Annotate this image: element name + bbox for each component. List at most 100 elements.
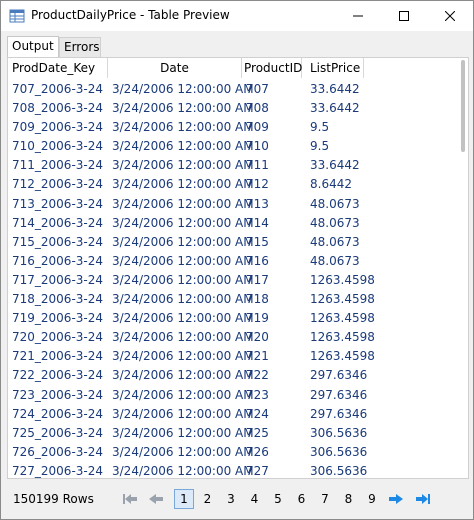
cell-listprice: 1263.4598 [310, 349, 375, 364]
table-row[interactable]: 714_2006-3-24 3/24/2006 12:00:00 AM 714 48.… [8, 214, 460, 233]
cell-productid: 720 [246, 330, 269, 345]
grid-header: ProdDate_Key Date ProductID ListPrice [8, 58, 460, 78]
table-row[interactable]: 718_2006-3-24 3/24/2006 12:00:00 AM 718 126… [8, 290, 460, 309]
cell-productid: 721 [246, 349, 269, 364]
cell-productid: 722 [246, 368, 269, 383]
cell-date: 3/24/2006 12:00:00 AM [112, 292, 254, 307]
cell-date: 3/24/2006 12:00:00 AM [112, 82, 254, 96]
cell-date: 3/24/2006 12:00:00 AM [112, 349, 254, 364]
cell-listprice: 1263.4598 [310, 330, 375, 345]
table-row[interactable]: 708_2006-3-24 3/24/2006 12:00:00 AM 708 33.… [8, 99, 460, 118]
cell-proddate-key: 726_2006-3-24 [12, 444, 104, 459]
cell-productid: 727 [246, 463, 269, 478]
cell-date: 3/24/2006 12:00:00 AM [112, 406, 254, 421]
table-row[interactable]: 709_2006-3-24 3/24/2006 12:00:00 AM 709 9.5 [8, 118, 460, 137]
cell-proddate-key: 714_2006-3-24 [12, 215, 104, 230]
table-row[interactable]: 711_2006-3-24 3/24/2006 12:00:00 AM 711 33.… [8, 156, 460, 175]
cell-listprice: 306.5636 [310, 463, 368, 478]
column-header-listprice[interactable]: ListPrice [302, 58, 364, 78]
cell-productid: 718 [246, 292, 269, 307]
page-button-6[interactable]: 6 [292, 489, 312, 509]
cell-listprice: 297.6346 [310, 387, 368, 402]
next-page-icon [389, 494, 403, 504]
table-row[interactable]: 720_2006-3-24 3/24/2006 12:00:00 AM 720 126… [8, 328, 460, 347]
cell-productid: 712 [246, 177, 269, 192]
cell-date: 3/24/2006 12:00:00 AM [112, 425, 254, 440]
table-row[interactable]: 710_2006-3-24 3/24/2006 12:00:00 AM 710 9.5 [8, 137, 460, 156]
tab-errors[interactable]: Errors [59, 37, 101, 57]
cell-listprice: 48.0673 [310, 253, 360, 268]
page-button-5[interactable]: 5 [268, 489, 288, 509]
table-row[interactable]: 715_2006-3-24 3/24/2006 12:00:00 AM 715 48.… [8, 233, 460, 252]
cell-listprice: 9.5 [310, 139, 330, 154]
page-button-9[interactable]: 9 [362, 489, 382, 509]
cell-date: 3/24/2006 12:00:00 AM [112, 177, 254, 192]
cell-proddate-key: 719_2006-3-24 [12, 311, 104, 326]
table-row[interactable]: 724_2006-3-24 3/24/2006 12:00:00 AM 724 297… [8, 405, 460, 424]
cell-proddate-key: 722_2006-3-24 [12, 368, 104, 383]
table-row[interactable]: 725_2006-3-24 3/24/2006 12:00:00 AM 725 306… [8, 424, 460, 443]
column-header-date[interactable]: Date [108, 58, 242, 78]
last-page-button[interactable] [414, 490, 432, 508]
cell-date: 3/24/2006 12:00:00 AM [112, 158, 254, 173]
cell-listprice: 8.6442 [310, 177, 352, 192]
cell-proddate-key: 716_2006-3-24 [12, 253, 104, 268]
scrollbar-thumb[interactable] [461, 60, 465, 152]
close-button[interactable] [427, 1, 473, 31]
page-button-8[interactable]: 8 [339, 489, 359, 509]
table-preview-window: ProductDailyPrice - Table Preview Output… [0, 0, 474, 520]
page-button-2[interactable]: 2 [198, 489, 218, 509]
maximize-button[interactable] [381, 1, 427, 31]
table-row[interactable]: 727_2006-3-24 3/24/2006 12:00:00 AM 727 306… [8, 462, 460, 478]
close-icon [445, 11, 455, 21]
cell-listprice: 33.6442 [310, 158, 360, 173]
cell-date: 3/24/2006 12:00:00 AM [112, 311, 254, 326]
cell-date: 3/24/2006 12:00:00 AM [112, 120, 254, 135]
cell-proddate-key: 713_2006-3-24 [12, 196, 104, 211]
prev-page-icon [149, 494, 163, 504]
cell-date: 3/24/2006 12:00:00 AM [112, 368, 254, 383]
cell-productid: 711 [246, 158, 269, 173]
data-grid[interactable]: ProdDate_Key Date ProductID ListPrice 70… [7, 57, 469, 479]
page-button-3[interactable]: 3 [221, 489, 241, 509]
cell-listprice: 1263.4598 [310, 272, 375, 287]
cell-listprice: 48.0673 [310, 234, 360, 249]
table-row[interactable]: 707_2006-3-24 3/24/2006 12:00:00 AM 707 33.… [8, 80, 460, 99]
cell-listprice: 48.0673 [310, 196, 360, 211]
prev-page-button[interactable] [147, 490, 165, 508]
table-row[interactable]: 723_2006-3-24 3/24/2006 12:00:00 AM 723 297… [8, 386, 460, 405]
window-title: ProductDailyPrice - Table Preview [31, 8, 230, 22]
column-header-proddate-key[interactable]: ProdDate_Key [8, 58, 108, 78]
cell-date: 3/24/2006 12:00:00 AM [112, 387, 254, 402]
cell-date: 3/24/2006 12:00:00 AM [112, 330, 254, 345]
cell-productid: 726 [246, 444, 269, 459]
table-row[interactable]: 716_2006-3-24 3/24/2006 12:00:00 AM 716 48.… [8, 252, 460, 271]
table-row[interactable]: 721_2006-3-24 3/24/2006 12:00:00 AM 721 126… [8, 347, 460, 366]
table-row[interactable]: 717_2006-3-24 3/24/2006 12:00:00 AM 717 126… [8, 271, 460, 290]
minimize-button[interactable] [335, 1, 381, 31]
tab-output[interactable]: Output [7, 36, 59, 57]
table-row[interactable]: 726_2006-3-24 3/24/2006 12:00:00 AM 726 306… [8, 443, 460, 462]
cell-proddate-key: 718_2006-3-24 [12, 292, 104, 307]
first-page-button[interactable] [121, 490, 139, 508]
vertical-scrollbar[interactable] [458, 58, 468, 478]
table-row[interactable]: 722_2006-3-24 3/24/2006 12:00:00 AM 722 297… [8, 366, 460, 385]
cell-productid: 715 [246, 234, 269, 249]
table-row[interactable]: 719_2006-3-24 3/24/2006 12:00:00 AM 719 126… [8, 309, 460, 328]
cell-proddate-key: 715_2006-3-24 [12, 234, 104, 249]
maximize-icon [399, 11, 409, 21]
cell-proddate-key: 721_2006-3-24 [12, 349, 104, 364]
page-button-7[interactable]: 7 [315, 489, 335, 509]
cell-date: 3/24/2006 12:00:00 AM [112, 139, 254, 154]
table-row[interactable]: 712_2006-3-24 3/24/2006 12:00:00 AM 712 8.6… [8, 175, 460, 194]
pager-footer: 150199 Rows 123456789 [1, 479, 473, 519]
page-button-4[interactable]: 4 [245, 489, 265, 509]
next-page-button[interactable] [387, 490, 405, 508]
column-header-productid[interactable]: ProductID [242, 58, 302, 78]
grid-rows: 707_2006-3-24 3/24/2006 12:00:00 AM 707 33.… [8, 80, 460, 478]
cell-proddate-key: 727_2006-3-24 [12, 463, 104, 478]
table-row[interactable]: 713_2006-3-24 3/24/2006 12:00:00 AM 713 48.… [8, 195, 460, 214]
cell-date: 3/24/2006 12:00:00 AM [112, 234, 254, 249]
page-button-1[interactable]: 1 [174, 489, 194, 509]
cell-productid: 717 [246, 272, 269, 287]
